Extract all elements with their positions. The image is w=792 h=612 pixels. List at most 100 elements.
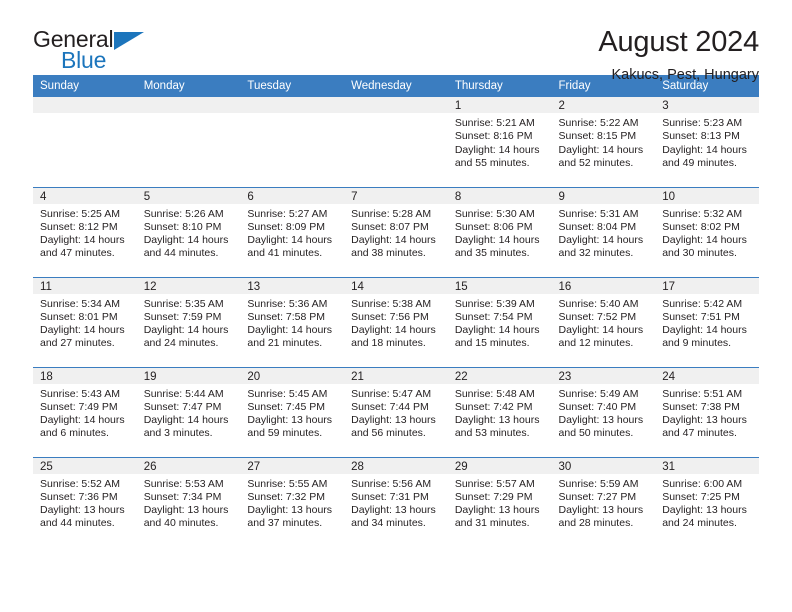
day-number: 18 <box>33 367 137 384</box>
daylight-text-line1: Daylight: 14 hours <box>40 414 125 427</box>
day-details: Sunrise: 5:52 AM Sunset: 7:36 PM Daylight:… <box>33 474 137 531</box>
calendar-day-cell[interactable]: 10 Sunrise: 5:32 AM Sunset: 8:02 PM Dayligh… <box>655 187 759 278</box>
daylight-text-line1: Daylight: 13 hours <box>558 504 644 517</box>
sunrise-text: Sunrise: 5:32 AM <box>662 207 743 220</box>
brand-logo[interactable]: General Blue <box>33 27 148 79</box>
calendar-day-cell[interactable]: 8 Sunrise: 5:30 AM Sunset: 8:06 PM Daylight… <box>447 187 552 278</box>
sunrise-text: Sunrise: 5:39 AM <box>454 297 535 310</box>
calendar-day-cell[interactable]: 21 Sunrise: 5:47 AM Sunset: 7:44 PM Dayligh… <box>344 367 448 458</box>
calendar-cell-empty <box>344 97 448 188</box>
daylight-text-line1: Daylight: 13 hours <box>40 504 125 517</box>
daylight-text-line2: and 15 minutes. <box>454 337 530 350</box>
daylight-text-line1: Daylight: 13 hours <box>247 414 333 427</box>
sunrise-text: Sunrise: 5:26 AM <box>143 207 224 220</box>
calendar-day-cell[interactable]: 22 Sunrise: 5:48 AM Sunset: 7:42 PM Dayligh… <box>447 367 552 458</box>
daylight-text-line2: and 38 minutes. <box>351 247 426 260</box>
calendar-week-row: 1 Sunrise: 5:21 AM Sunset: 8:16 PM Daylight… <box>33 97 759 188</box>
daylight-text-line1: Daylight: 14 hours <box>454 143 540 156</box>
calendar-day-cell[interactable]: 26 Sunrise: 5:53 AM Sunset: 7:34 PM Dayligh… <box>136 457 241 547</box>
sunset-text: Sunset: 7:38 PM <box>662 400 740 413</box>
day-details: Sunrise: 5:49 AM Sunset: 7:40 PM Daylight:… <box>552 384 656 441</box>
calendar-day-cell[interactable]: 27 Sunrise: 5:55 AM Sunset: 7:32 PM Dayligh… <box>240 457 345 547</box>
calendar-day-cell[interactable]: 14 Sunrise: 5:38 AM Sunset: 7:56 PM Dayligh… <box>344 277 448 368</box>
sunset-text: Sunset: 7:34 PM <box>143 490 222 503</box>
calendar-day-cell[interactable]: 18 Sunrise: 5:43 AM Sunset: 7:49 PM Dayligh… <box>33 367 137 458</box>
daylight-text-line2: and 35 minutes. <box>454 247 530 260</box>
sunrise-text: Sunrise: 5:56 AM <box>351 477 432 490</box>
daylight-text-line2: and 50 minutes. <box>558 427 634 440</box>
sunset-text: Sunset: 8:16 PM <box>454 130 533 143</box>
day-number: 3 <box>655 97 759 113</box>
calendar-day-cell[interactable]: 6 Sunrise: 5:27 AM Sunset: 8:09 PM Daylight… <box>240 187 345 278</box>
calendar-day-cell[interactable]: 13 Sunrise: 5:36 AM Sunset: 7:58 PM Dayligh… <box>240 277 345 368</box>
calendar-day-cell[interactable]: 1 Sunrise: 5:21 AM Sunset: 8:16 PM Daylight… <box>447 97 552 188</box>
calendar-day-cell[interactable]: 12 Sunrise: 5:35 AM Sunset: 7:59 PM Dayligh… <box>136 277 241 368</box>
daylight-text-line2: and 53 minutes. <box>454 427 530 440</box>
sunrise-text: Sunrise: 5:44 AM <box>143 387 224 400</box>
sunset-text: Sunset: 7:51 PM <box>662 310 740 323</box>
calendar-day-cell[interactable]: 11 Sunrise: 5:34 AM Sunset: 8:01 PM Dayligh… <box>33 277 137 368</box>
sunrise-text: Sunrise: 5:52 AM <box>40 477 120 490</box>
calendar-day-cell[interactable]: 4 Sunrise: 5:25 AM Sunset: 8:12 PM Daylight… <box>33 187 137 278</box>
calendar-day-cell[interactable]: 29 Sunrise: 5:57 AM Sunset: 7:29 PM Dayligh… <box>447 457 552 547</box>
daylight-text-line2: and 56 minutes. <box>351 427 426 440</box>
daylight-text-line1: Daylight: 14 hours <box>454 324 540 337</box>
day-details: Sunrise: 5:45 AM Sunset: 7:45 PM Daylight:… <box>240 384 344 441</box>
calendar-cell-empty <box>33 97 137 188</box>
day-details: Sunrise: 5:22 AM Sunset: 8:15 PM Daylight:… <box>552 113 656 170</box>
day-details: Sunrise: 5:51 AM Sunset: 7:38 PM Daylight:… <box>655 384 759 441</box>
calendar-day-cell[interactable]: 2 Sunrise: 5:22 AM Sunset: 8:15 PM Daylight… <box>551 97 656 188</box>
calendar-day-cell[interactable]: 28 Sunrise: 5:56 AM Sunset: 7:31 PM Dayligh… <box>344 457 448 547</box>
sunset-text: Sunset: 7:29 PM <box>454 490 533 503</box>
calendar-day-cell[interactable]: 23 Sunrise: 5:49 AM Sunset: 7:40 PM Dayligh… <box>551 367 656 458</box>
day-number: 9 <box>551 187 656 204</box>
daylight-text-line2: and 24 minutes. <box>143 337 219 350</box>
daylight-text-line1: Daylight: 14 hours <box>351 234 436 247</box>
daylight-text-line2: and 6 minutes. <box>40 427 109 440</box>
sunrise-text: Sunrise: 5:43 AM <box>40 387 120 400</box>
sunset-text: Sunset: 7:32 PM <box>247 490 326 503</box>
day-number: 25 <box>33 457 137 474</box>
calendar-day-cell[interactable]: 9 Sunrise: 5:31 AM Sunset: 8:04 PM Daylight… <box>551 187 656 278</box>
day-details: Sunrise: 5:28 AM Sunset: 8:07 PM Daylight:… <box>344 204 448 261</box>
daylight-text-line2: and 24 minutes. <box>662 517 737 530</box>
day-number <box>240 97 345 113</box>
day-number: 22 <box>447 367 552 384</box>
sunset-text: Sunset: 7:42 PM <box>454 400 533 413</box>
calendar-day-cell[interactable]: 30 Sunrise: 5:59 AM Sunset: 7:27 PM Dayligh… <box>551 457 656 547</box>
calendar-day-cell[interactable]: 19 Sunrise: 5:44 AM Sunset: 7:47 PM Dayligh… <box>136 367 241 458</box>
calendar-day-cell[interactable]: 3 Sunrise: 5:23 AM Sunset: 8:13 PM Daylight… <box>655 97 759 188</box>
calendar-day-cell[interactable]: 17 Sunrise: 5:42 AM Sunset: 7:51 PM Dayligh… <box>655 277 759 368</box>
calendar-day-cell[interactable]: 5 Sunrise: 5:26 AM Sunset: 8:10 PM Daylight… <box>136 187 241 278</box>
daylight-text-line1: Daylight: 13 hours <box>558 414 644 427</box>
calendar-day-cell[interactable]: 24 Sunrise: 5:51 AM Sunset: 7:38 PM Dayligh… <box>655 367 759 458</box>
daylight-text-line1: Daylight: 14 hours <box>143 234 229 247</box>
day-details: Sunrise: 5:23 AM Sunset: 8:13 PM Daylight:… <box>655 113 759 170</box>
sunset-text: Sunset: 7:56 PM <box>351 310 429 323</box>
calendar-page: General Blue August 2024 Kakucs, Pest, H… <box>0 0 792 612</box>
day-details: Sunrise: 5:27 AM Sunset: 8:09 PM Daylight:… <box>240 204 344 261</box>
day-details: Sunrise: 5:53 AM Sunset: 7:34 PM Daylight:… <box>137 474 241 531</box>
day-number: 5 <box>136 187 241 204</box>
calendar-day-cell[interactable]: 7 Sunrise: 5:28 AM Sunset: 8:07 PM Daylight… <box>344 187 448 278</box>
calendar-day-cell[interactable]: 31 Sunrise: 6:00 AM Sunset: 7:25 PM Dayligh… <box>655 457 759 547</box>
daylight-text-line1: Daylight: 14 hours <box>662 234 747 247</box>
calendar-day-cell[interactable]: 15 Sunrise: 5:39 AM Sunset: 7:54 PM Dayligh… <box>447 277 552 368</box>
daylight-text-line2: and 52 minutes. <box>558 156 634 169</box>
day-number: 4 <box>33 187 137 204</box>
calendar-day-cell[interactable]: 25 Sunrise: 5:52 AM Sunset: 7:36 PM Dayligh… <box>33 457 137 547</box>
sunrise-text: Sunrise: 5:34 AM <box>40 297 120 310</box>
sunrise-text: Sunrise: 5:31 AM <box>558 207 639 220</box>
sunrise-text: Sunrise: 5:22 AM <box>558 117 639 129</box>
sunrise-text: Sunrise: 5:25 AM <box>40 207 120 220</box>
day-number: 8 <box>447 187 552 204</box>
calendar-day-cell[interactable]: 16 Sunrise: 5:40 AM Sunset: 7:52 PM Dayligh… <box>551 277 656 368</box>
sunrise-text: Sunrise: 5:30 AM <box>454 207 535 220</box>
daylight-text-line1: Daylight: 14 hours <box>662 143 747 156</box>
sunrise-text: Sunrise: 6:00 AM <box>662 477 743 490</box>
day-details: Sunrise: 5:32 AM Sunset: 8:02 PM Daylight:… <box>655 204 759 261</box>
day-number: 30 <box>551 457 656 474</box>
calendar-day-cell[interactable]: 20 Sunrise: 5:45 AM Sunset: 7:45 PM Dayligh… <box>240 367 345 458</box>
daylight-text-line1: Daylight: 13 hours <box>662 504 747 517</box>
daylight-text-line1: Daylight: 13 hours <box>662 414 747 427</box>
